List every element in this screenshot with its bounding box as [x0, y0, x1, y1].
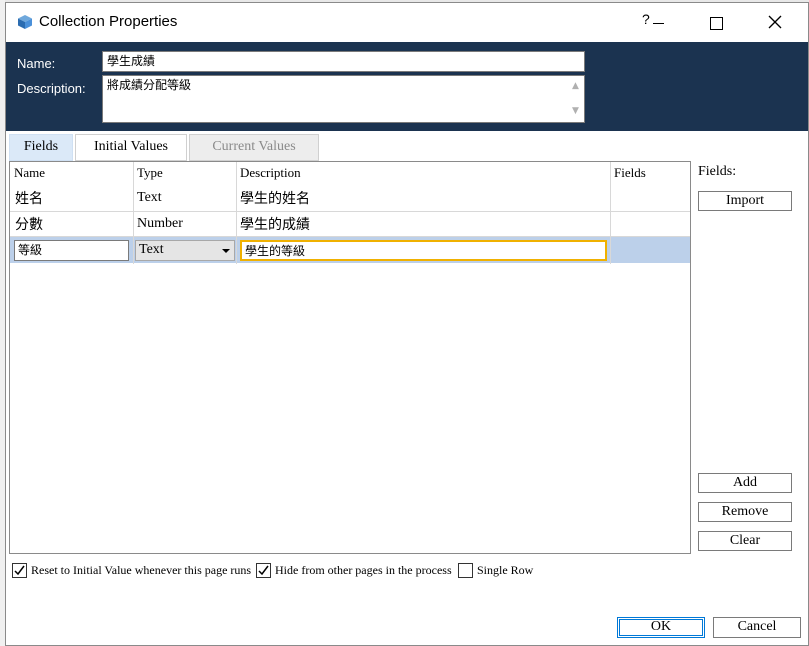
clear-button[interactable]: Clear [698, 531, 792, 551]
remove-button-label: Remove [721, 504, 769, 519]
option-hide-from-pages[interactable]: Hide from other pages in the process [256, 563, 452, 581]
row-1-description[interactable]: 學生的姓名 [240, 188, 310, 208]
import-button-label: Import [725, 193, 765, 208]
fields-grid: Name Type Description Fields 姓名 Text 學生的… [9, 161, 691, 554]
column-separator [133, 162, 134, 264]
chevron-down-icon[interactable] [222, 249, 230, 253]
close-icon[interactable] [766, 13, 784, 31]
scroll-up-icon[interactable]: ▲ [567, 79, 584, 94]
maximize-icon[interactable] [710, 17, 723, 30]
description-label: Description: [17, 81, 86, 96]
fields-side-label: Fields: [698, 164, 737, 179]
row-divider [10, 236, 690, 237]
remove-button[interactable]: Remove [698, 502, 792, 522]
cancel-button[interactable]: Cancel [713, 617, 801, 638]
row-2-type[interactable]: Number [137, 216, 183, 232]
import-button[interactable]: Import [698, 191, 792, 211]
type-select-value: Text [139, 242, 164, 257]
option-reset-initial[interactable]: Reset to Initial Value whenever this pag… [12, 563, 252, 581]
app-cube-icon [18, 15, 32, 29]
tab-fields[interactable]: Fields [9, 134, 73, 161]
collection-header-panel: Name: 學生成績 Description: 將成績分配等級 ▲ ▼ [6, 42, 808, 131]
minimize-icon[interactable] [653, 23, 664, 24]
column-separator [236, 162, 237, 264]
name-label: Name: [17, 56, 56, 71]
column-separator [610, 162, 611, 264]
row-divider [10, 211, 690, 212]
hide-from-pages-label: Hide from other pages in the process [275, 563, 452, 577]
row-1-type[interactable]: Text [137, 190, 162, 206]
ok-button[interactable]: OK [617, 617, 705, 638]
collection-description-input[interactable]: 將成績分配等級 ▲ ▼ [102, 75, 585, 123]
column-header-fields[interactable]: Fields [614, 165, 646, 181]
description-scrollbar[interactable]: ▲ ▼ [567, 76, 584, 122]
single-row-checkbox[interactable] [458, 563, 473, 578]
scroll-down-icon[interactable]: ▼ [567, 104, 584, 119]
clear-button-label: Clear [729, 533, 761, 548]
tab-initial-values[interactable]: Initial Values [75, 134, 187, 161]
hide-from-pages-checkbox[interactable] [256, 563, 271, 578]
add-button[interactable]: Add [698, 473, 792, 493]
add-button-label: Add [732, 475, 758, 490]
reset-initial-label: Reset to Initial Value whenever this pag… [31, 563, 252, 577]
tab-strip: Fields Initial Values Current Values [9, 134, 809, 161]
row-1-name[interactable]: 姓名 [15, 188, 43, 208]
edit-row-type-select[interactable]: Text [135, 240, 235, 261]
option-single-row[interactable]: Single Row [458, 563, 548, 581]
description-text: 將成績分配等級 [107, 78, 192, 92]
help-icon[interactable]: ? [642, 11, 650, 27]
column-header-type[interactable]: Type [137, 165, 163, 181]
cancel-button-label: Cancel [737, 619, 777, 634]
edit-row-description-input[interactable]: 學生的等級 [240, 240, 607, 261]
ok-button-label: OK [650, 619, 672, 634]
window-title: Collection Properties [39, 13, 178, 30]
collection-properties-dialog: Collection Properties ? Name: 學生成績 Descr… [5, 2, 809, 646]
row-2-description[interactable]: 學生的成績 [240, 214, 310, 234]
single-row-label: Single Row [477, 563, 534, 577]
checkmark-icon [258, 565, 269, 576]
column-header-name[interactable]: Name [14, 165, 45, 181]
edit-row-name-input[interactable]: 等級 [14, 240, 129, 261]
checkmark-icon [14, 565, 25, 576]
collection-name-input[interactable]: 學生成績 [102, 51, 585, 72]
row-2-name[interactable]: 分數 [15, 214, 43, 234]
column-header-description[interactable]: Description [240, 165, 301, 181]
tab-current-values: Current Values [189, 134, 319, 161]
title-bar: Collection Properties ? [6, 3, 808, 41]
reset-initial-checkbox[interactable] [12, 563, 27, 578]
